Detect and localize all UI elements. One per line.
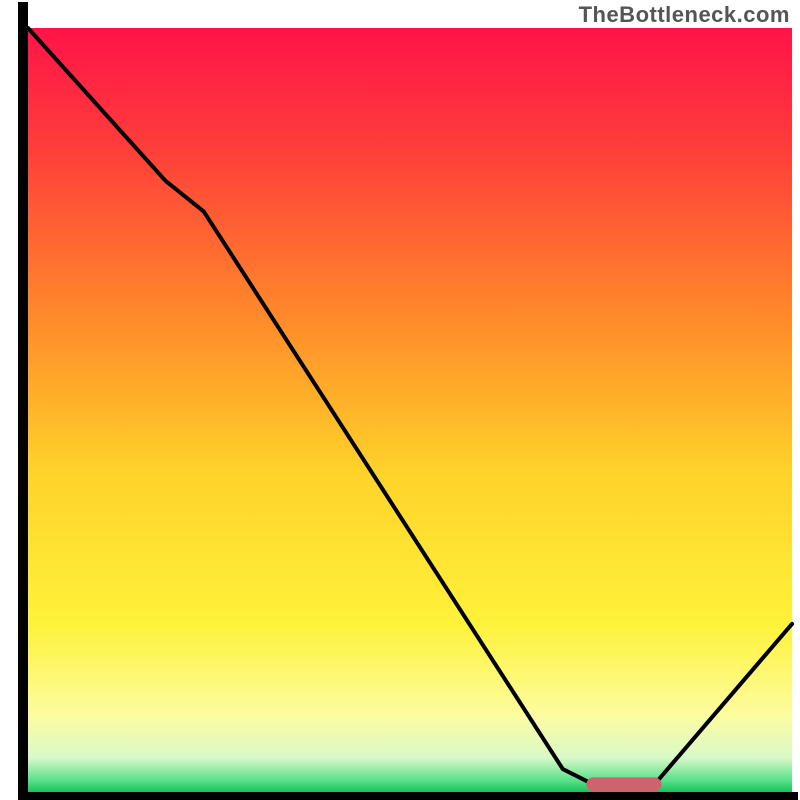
bottleneck-chart — [0, 0, 800, 800]
chart-container: TheBottleneck.com — [0, 0, 800, 800]
plot-background — [28, 28, 792, 792]
watermark-label: TheBottleneck.com — [579, 2, 790, 28]
